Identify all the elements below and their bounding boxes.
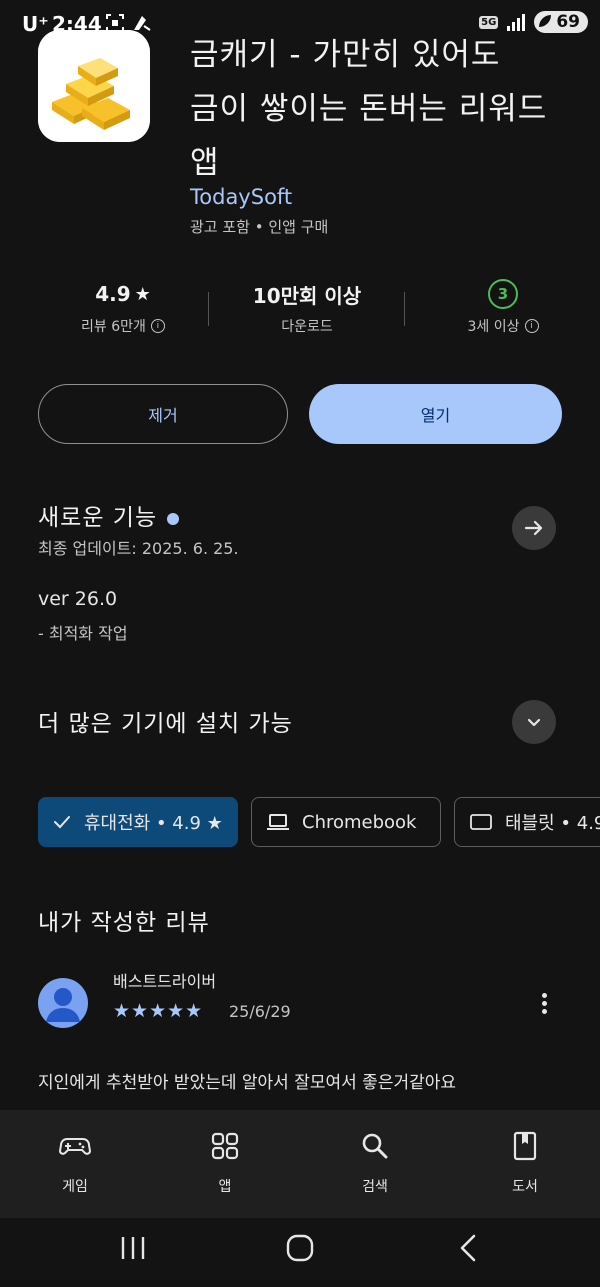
developer-link[interactable]: TodaySoft — [190, 185, 292, 209]
star-icon: ★ — [134, 283, 151, 305]
nav-label: 앱 — [218, 1179, 232, 1195]
age-rating-badge: 3 — [488, 279, 518, 309]
home-icon[interactable] — [285, 1233, 315, 1263]
app-title-line: 금이 쌓이는 돈버는 리워드 — [190, 91, 548, 127]
rating-value: 4.9 — [95, 282, 131, 306]
nav-item-games[interactable]: 게임 — [0, 1110, 150, 1218]
whats-new-title: 새로운 기능 — [38, 505, 158, 531]
book-icon — [513, 1131, 537, 1161]
uninstall-button[interactable]: 제거 — [38, 384, 288, 444]
avatar — [38, 978, 88, 1028]
battery-saver-icon — [539, 15, 552, 27]
arrow-right-icon — [524, 520, 543, 536]
gold-bars-icon — [38, 30, 150, 142]
app-title-line: 앱 — [190, 145, 220, 181]
carrier-label: U⁺ — [22, 12, 49, 36]
nav-label: 도서 — [512, 1179, 538, 1195]
version-note: - 최적화 작업 — [38, 624, 128, 643]
back-icon[interactable] — [455, 1233, 481, 1263]
nav-label: 검색 — [362, 1179, 388, 1195]
device-chip-tablet[interactable]: 태블릿 • 4.9 — [454, 797, 600, 847]
app-icon — [38, 30, 150, 142]
person-icon — [46, 988, 80, 1022]
app-title: 금캐기 - 가만히 있어도 금이 쌓이는 돈버는 리워드 앱 — [190, 28, 580, 190]
open-button[interactable]: 열기 — [309, 384, 562, 444]
review-text: 지인에게 추천받아 받았는데 알아서 잘모여서 좋은거같아요 — [38, 1073, 457, 1093]
nav-item-apps[interactable]: 앱 — [150, 1110, 300, 1218]
laptop-icon — [267, 814, 289, 830]
network-type: 5G — [479, 15, 499, 29]
nav-item-books[interactable]: 도서 — [450, 1110, 600, 1218]
tablet-icon — [470, 814, 492, 830]
apps-grid-icon — [211, 1132, 239, 1160]
more-options-icon[interactable] — [532, 990, 556, 1020]
divider — [404, 292, 405, 326]
downloads-stat: 10만회 이상 다운로드 — [222, 280, 392, 336]
review-stars: ★★★★★ — [113, 1000, 204, 1022]
my-review-title: 내가 작성한 리뷰 — [38, 910, 210, 936]
downloads-value: 10만회 이상 — [252, 283, 362, 308]
nav-label: 게임 — [62, 1179, 88, 1195]
device-chip-label: 휴대전화 • 4.9 ★ — [84, 813, 223, 834]
search-icon — [362, 1133, 388, 1159]
devices-title: 더 많은 기기에 설치 가능 — [38, 711, 293, 737]
whats-new-header[interactable]: 새로운 기능 — [38, 498, 180, 532]
chevron-down-icon — [527, 718, 541, 727]
nav-item-search[interactable]: 검색 — [300, 1110, 450, 1218]
recent-apps-icon[interactable] — [118, 1234, 148, 1262]
device-chip-phone[interactable]: 휴대전화 • 4.9 ★ — [38, 797, 238, 847]
review-date: 25/6/29 — [229, 1002, 291, 1021]
gamepad-icon — [59, 1138, 91, 1155]
info-icon: i — [150, 319, 165, 333]
rating-label: 리뷰 6만개 — [81, 319, 146, 335]
downloads-label: 다운로드 — [281, 319, 333, 335]
info-icon: i — [524, 319, 539, 333]
divider — [208, 292, 209, 326]
whats-new-arrow-button[interactable] — [512, 506, 556, 550]
age-rating-stat[interactable]: 3 3세 이상 i — [418, 279, 588, 336]
app-meta: 광고 포함 • 인앱 구매 — [190, 218, 329, 236]
check-icon — [54, 816, 70, 829]
device-chip-chromebook[interactable]: Chromebook — [251, 797, 441, 847]
last-updated: 최종 업데이트: 2025. 6. 25. — [38, 539, 239, 558]
reviewer-name: 배스트드라이버 — [113, 972, 217, 991]
rating-stat[interactable]: 4.9 ★ 리뷰 6만개 i — [38, 280, 208, 336]
bottom-navigation: 게임 앱 검색 도서 — [0, 1110, 600, 1218]
version-text: ver 26.0 — [38, 588, 118, 610]
system-navigation-bar — [0, 1218, 600, 1287]
age-rating-label: 3세 이상 — [467, 319, 520, 335]
device-chip-label: 태블릿 • 4.9 — [505, 813, 600, 834]
device-chip-label: Chromebook — [302, 811, 417, 833]
new-indicator-dot — [167, 512, 180, 525]
devices-expand-button[interactable] — [512, 700, 556, 744]
app-title-line: 금캐기 - 가만히 있어도 — [190, 37, 501, 73]
